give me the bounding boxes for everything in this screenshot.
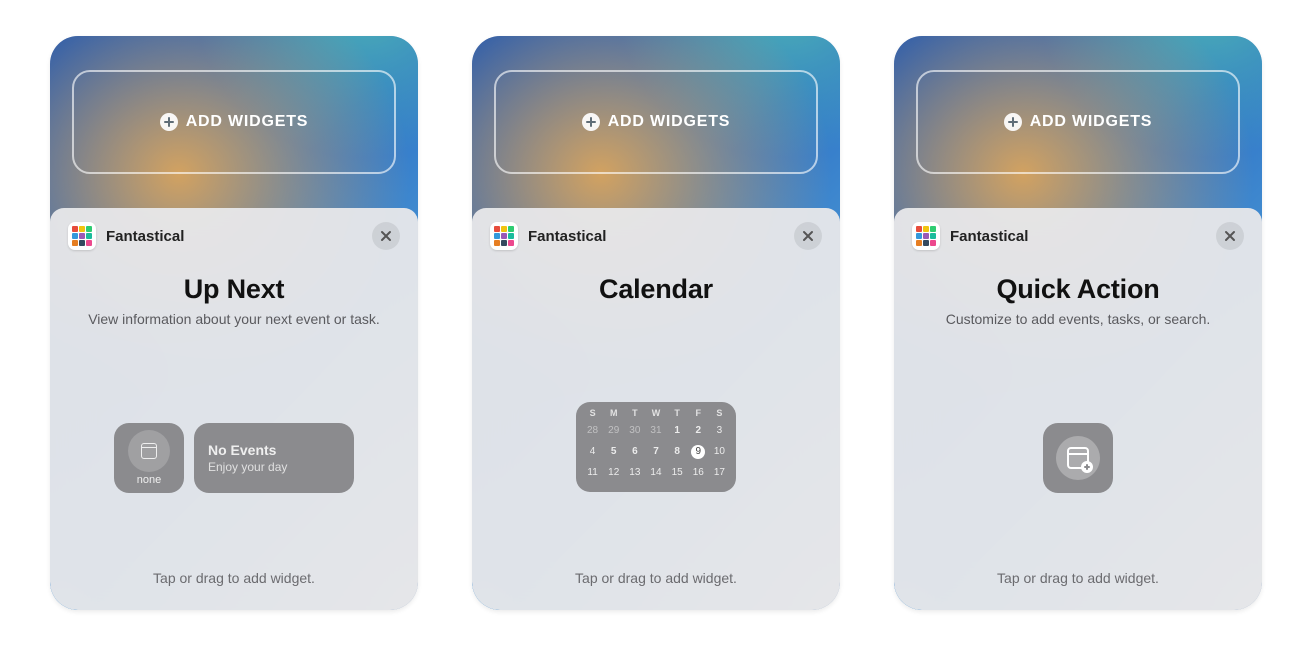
calendar-day-header: F [690, 408, 707, 422]
picker-hint: Tap or drag to add widget. [490, 570, 822, 592]
calendar-day-cell: 13 [626, 466, 643, 484]
calendar-day-header: S [584, 408, 601, 422]
calendar-day-cell: 30 [626, 424, 643, 442]
calendar-plus-icon [1067, 447, 1089, 469]
calendar-day-cell: 16 [690, 466, 707, 484]
up-next-small-label: none [137, 474, 161, 486]
calendar-day-header: M [605, 408, 622, 422]
close-icon [380, 230, 392, 242]
fantastical-app-icon [68, 222, 96, 250]
calendar-day-cell: 7 [647, 445, 664, 463]
widget-preview-area [912, 327, 1244, 570]
lock-screen-widget-zone: ADD WIDGETS [894, 36, 1262, 208]
calendar-day-cell: 6 [626, 445, 643, 463]
calendar-day-cell: 3 [711, 424, 728, 442]
close-icon [1224, 230, 1236, 242]
app-name-label: Fantastical [528, 228, 606, 245]
close-icon [802, 230, 814, 242]
calendar-day-cell: 14 [647, 466, 664, 484]
widget-title-block: Up Next View information about your next… [68, 274, 400, 327]
plus-circle-icon [582, 113, 600, 131]
picker-hint: Tap or drag to add widget. [912, 570, 1244, 592]
up-next-medium-widget[interactable]: No Events Enjoy your day [194, 423, 354, 493]
widget-config-panel-quick-action: ADD WIDGETS Fantastical Quick Action Cus… [894, 36, 1262, 610]
calendar-day-cell: 10 [711, 445, 728, 463]
lock-screen-widget-zone: ADD WIDGETS [50, 36, 418, 208]
plus-circle-icon [1004, 113, 1022, 131]
app-name-label: Fantastical [950, 228, 1028, 245]
calendar-day-cell: 17 [711, 466, 728, 484]
sheet-header: Fantastical [912, 222, 1244, 250]
close-button[interactable] [1216, 222, 1244, 250]
add-widgets-slot[interactable]: ADD WIDGETS [72, 70, 396, 174]
fantastical-app-icon [490, 222, 518, 250]
calendar-day-header: S [711, 408, 728, 422]
calendar-day-cell: 28 [584, 424, 601, 442]
calendar-day-cell: 8 [669, 445, 686, 463]
calendar-day-cell: 9 [690, 445, 707, 463]
lock-screen-widget-zone: ADD WIDGETS [472, 36, 840, 208]
widget-title: Up Next [68, 274, 400, 305]
widget-config-panel-calendar: ADD WIDGETS Fantastical Calendar SMTWTFS… [472, 36, 840, 610]
close-button[interactable] [372, 222, 400, 250]
add-widgets-slot[interactable]: ADD WIDGETS [916, 70, 1240, 174]
sheet-header: Fantastical [490, 222, 822, 250]
calendar-day-header: T [669, 408, 686, 422]
calendar-day-header: T [626, 408, 643, 422]
calendar-icon [141, 443, 157, 459]
widget-title-block: Quick Action Customize to add events, ta… [912, 274, 1244, 327]
add-widgets-label: ADD WIDGETS [186, 113, 309, 131]
widget-title: Calendar [490, 274, 822, 305]
widget-preview-area: SMTWTFS282930311234567891011121314151617 [490, 305, 822, 570]
quick-action-circle [1056, 436, 1100, 480]
widget-picker-sheet: Fantastical Quick Action Customize to ad… [894, 208, 1262, 610]
widget-picker-sheet: Fantastical Calendar SMTWTFS282930311234… [472, 208, 840, 610]
plus-circle-icon [160, 113, 178, 131]
calendar-day-cell: 12 [605, 466, 622, 484]
sheet-header: Fantastical [68, 222, 400, 250]
calendar-widget[interactable]: SMTWTFS282930311234567891011121314151617 [576, 402, 736, 492]
add-widgets-label: ADD WIDGETS [1030, 113, 1153, 131]
app-name-label: Fantastical [106, 228, 184, 245]
add-widgets-label: ADD WIDGETS [608, 113, 731, 131]
calendar-day-cell: 1 [669, 424, 686, 442]
widget-subtitle: View information about your next event o… [68, 311, 400, 327]
widget-preview-area: none No Events Enjoy your day [68, 327, 400, 570]
quick-action-widget[interactable] [1043, 423, 1113, 493]
widget-config-panel-up-next: ADD WIDGETS Fantastical Up Next View inf… [50, 36, 418, 610]
fantastical-app-icon [912, 222, 940, 250]
calendar-day-cell: 4 [584, 445, 601, 463]
calendar-day-cell: 2 [690, 424, 707, 442]
calendar-day-cell: 15 [669, 466, 686, 484]
picker-hint: Tap or drag to add widget. [68, 570, 400, 592]
calendar-day-header: W [647, 408, 664, 422]
close-button[interactable] [794, 222, 822, 250]
enjoy-day-label: Enjoy your day [208, 460, 340, 474]
widget-subtitle: Customize to add events, tasks, or searc… [912, 311, 1244, 327]
widget-title-block: Calendar [490, 274, 822, 305]
add-widgets-slot[interactable]: ADD WIDGETS [494, 70, 818, 174]
no-events-label: No Events [208, 442, 340, 458]
calendar-day-cell: 5 [605, 445, 622, 463]
calendar-day-cell: 31 [647, 424, 664, 442]
widget-picker-sheet: Fantastical Up Next View information abo… [50, 208, 418, 610]
widget-title: Quick Action [912, 274, 1244, 305]
up-next-small-widget[interactable]: none [114, 423, 184, 493]
calendar-day-cell: 11 [584, 466, 601, 484]
calendar-day-cell: 29 [605, 424, 622, 442]
